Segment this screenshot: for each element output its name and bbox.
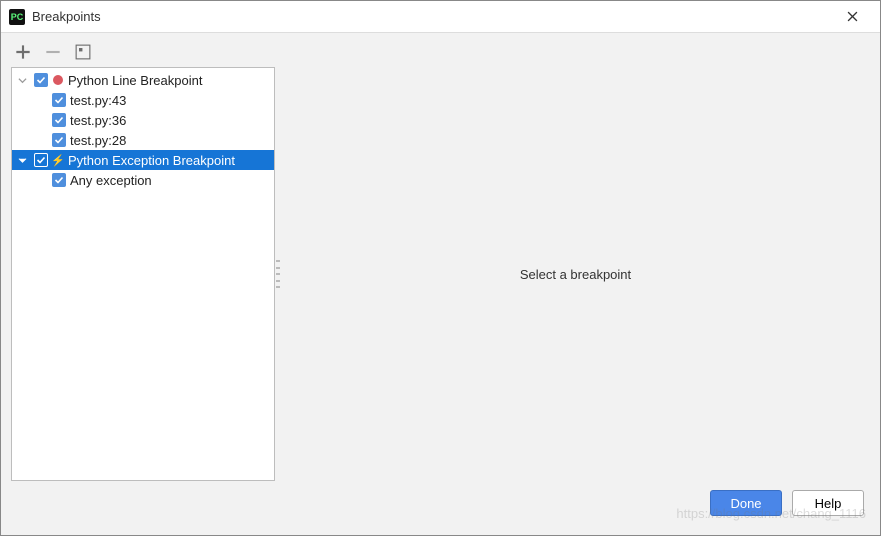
group-by-button[interactable] [75, 44, 91, 60]
remove-breakpoint-button[interactable] [45, 44, 61, 60]
add-breakpoint-button[interactable] [15, 44, 31, 60]
tree-item[interactable]: test.py:43 [12, 90, 274, 110]
group-checkbox[interactable] [34, 73, 48, 87]
breakpoint-circle-icon [52, 74, 64, 86]
content-area: Python Line Breakpoint test.py:43 test.p… [1, 33, 880, 535]
check-icon [36, 75, 46, 85]
item-label: test.py:28 [70, 133, 126, 148]
pycharm-icon: PC [9, 9, 25, 25]
check-icon [54, 115, 64, 125]
done-button[interactable]: Done [710, 490, 782, 516]
tree-item[interactable]: Any exception [12, 170, 274, 190]
chevron-down-icon [18, 156, 27, 165]
exception-lightning-icon: ⚡ [52, 154, 64, 166]
item-checkbox[interactable] [52, 133, 66, 147]
group-checkbox[interactable] [34, 153, 48, 167]
item-checkbox[interactable] [52, 113, 66, 127]
check-icon [36, 155, 46, 165]
expand-toggle[interactable] [16, 74, 28, 86]
check-icon [54, 95, 64, 105]
dialog-footer: Done Help [11, 481, 870, 525]
item-label: test.py:36 [70, 113, 126, 128]
breakpoint-tree[interactable]: Python Line Breakpoint test.py:43 test.p… [11, 67, 275, 481]
detail-panel: Select a breakpoint [281, 67, 870, 481]
item-label: Any exception [70, 173, 152, 188]
check-icon [54, 135, 64, 145]
item-checkbox[interactable] [52, 173, 66, 187]
tree-item[interactable]: test.py:28 [12, 130, 274, 150]
help-button[interactable]: Help [792, 490, 864, 516]
detail-placeholder: Select a breakpoint [520, 267, 631, 282]
titlebar: PC Breakpoints [1, 1, 880, 33]
tree-item[interactable]: test.py:36 [12, 110, 274, 130]
expand-toggle[interactable] [16, 154, 28, 166]
tree-group-line-breakpoint[interactable]: Python Line Breakpoint [12, 70, 274, 90]
check-icon [54, 175, 64, 185]
item-checkbox[interactable] [52, 93, 66, 107]
splitter-handle[interactable] [276, 260, 280, 288]
tree-group-exception-breakpoint[interactable]: ⚡ Python Exception Breakpoint [12, 150, 274, 170]
close-button[interactable] [832, 3, 872, 31]
minus-icon [45, 44, 61, 60]
item-label: test.py:43 [70, 93, 126, 108]
group-icon [75, 44, 91, 60]
main-area: Python Line Breakpoint test.py:43 test.p… [11, 67, 870, 481]
window-title: Breakpoints [32, 9, 832, 24]
chevron-down-icon [18, 76, 27, 85]
group-label: Python Exception Breakpoint [68, 153, 235, 168]
plus-icon [15, 44, 31, 60]
toolbar [11, 41, 870, 67]
group-label: Python Line Breakpoint [68, 73, 202, 88]
close-icon [847, 11, 858, 22]
